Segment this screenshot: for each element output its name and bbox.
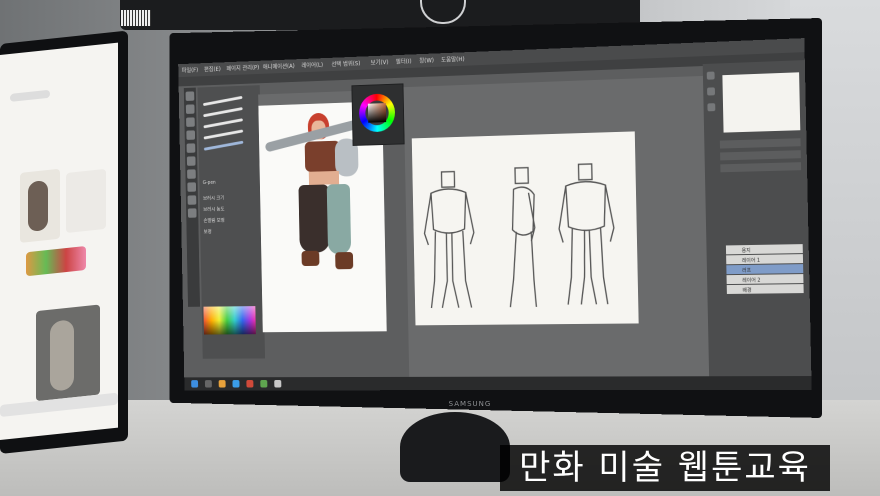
pen-tool-icon[interactable] bbox=[186, 130, 196, 140]
fill-tool-icon[interactable] bbox=[187, 182, 197, 192]
video-caption: 만화 미술 웹툰교육 bbox=[519, 448, 811, 488]
layer-row[interactable] bbox=[726, 284, 804, 294]
text-tool-icon[interactable] bbox=[187, 195, 197, 205]
menu-page[interactable]: 페이지 관리(P) bbox=[226, 63, 259, 73]
drawing-canvas[interactable] bbox=[411, 131, 639, 326]
subview-icon[interactable] bbox=[707, 87, 716, 96]
menu-help[interactable]: 도움말(H) bbox=[441, 54, 465, 64]
figure-sketches bbox=[412, 131, 639, 325]
character-waist bbox=[308, 170, 340, 185]
menu-window[interactable]: 창(W) bbox=[419, 55, 434, 64]
character-left-leg bbox=[298, 184, 330, 253]
select-tool-icon[interactable] bbox=[186, 117, 195, 127]
brush-preset[interactable] bbox=[202, 95, 243, 107]
brush-preset[interactable] bbox=[203, 129, 244, 140]
stabilization-label: 손떨림 보정 bbox=[203, 217, 225, 224]
folder-icon[interactable] bbox=[218, 380, 226, 388]
monitor-stand bbox=[400, 412, 510, 482]
start-icon[interactable] bbox=[191, 380, 199, 388]
character-boot-left bbox=[301, 250, 320, 267]
pencil-tool-icon[interactable] bbox=[186, 143, 196, 153]
app-icon[interactable] bbox=[246, 380, 254, 388]
brush-preset-selected[interactable] bbox=[203, 140, 244, 151]
menu-file[interactable]: 파일(F) bbox=[182, 65, 199, 74]
navigator-thumbnail[interactable] bbox=[722, 72, 801, 133]
character-right-leg bbox=[326, 183, 352, 255]
menu-layer[interactable]: 레이어(L) bbox=[301, 60, 323, 69]
character-boot-right bbox=[335, 251, 354, 270]
app-icon[interactable] bbox=[260, 380, 268, 388]
menu-selection[interactable]: 선택 범위(S) bbox=[331, 58, 360, 68]
brush-preset[interactable] bbox=[203, 107, 243, 118]
color-picker-square[interactable] bbox=[367, 103, 387, 123]
menu-animation[interactable]: 애니메이션(A) bbox=[263, 61, 295, 71]
layer-name: 레이어 1 bbox=[741, 257, 761, 265]
layer-property-icon[interactable] bbox=[707, 103, 716, 112]
move-tool-icon[interactable] bbox=[185, 91, 195, 101]
brush-size-label: 브러시 크기 bbox=[203, 195, 225, 202]
eyedropper-tool-icon[interactable] bbox=[187, 208, 197, 218]
search-icon[interactable] bbox=[204, 380, 212, 388]
correction-label: 보정 bbox=[203, 229, 212, 236]
clip-studio-icon[interactable] bbox=[274, 379, 282, 388]
navigator-icon[interactable] bbox=[706, 71, 715, 80]
browser-icon[interactable] bbox=[232, 380, 240, 388]
layer-row[interactable] bbox=[726, 254, 804, 265]
main-monitor-screen: 파일(F) 편집(E) 페이지 관리(P) 애니메이션(A) 레이어(L) 선택… bbox=[178, 38, 812, 391]
layer-row-selected[interactable] bbox=[726, 264, 804, 275]
sketch-front bbox=[423, 171, 475, 308]
barcode-sticker bbox=[121, 10, 151, 26]
brush-tool-icon[interactable] bbox=[186, 156, 196, 166]
menu-filter[interactable]: 필터(I) bbox=[396, 56, 412, 65]
color-set-shading bbox=[203, 306, 256, 335]
brush-name: G-pen bbox=[202, 179, 216, 186]
eraser-tool-icon[interactable] bbox=[187, 169, 196, 179]
layer-name: 용지 bbox=[741, 247, 751, 255]
zoom-tool-icon[interactable] bbox=[185, 104, 195, 114]
menu-view[interactable]: 보기(V) bbox=[371, 57, 389, 66]
layer-row[interactable] bbox=[725, 244, 803, 255]
brush-density-label: 브러시 농도 bbox=[203, 206, 225, 213]
sketch-side bbox=[508, 167, 537, 307]
layer-name: 러프 bbox=[742, 267, 752, 274]
left-monitor-screen bbox=[0, 42, 118, 440]
sketch-back bbox=[558, 163, 616, 304]
layer-name: 배경 bbox=[742, 287, 752, 294]
brush-preset[interactable] bbox=[203, 118, 244, 129]
monitor-brand-label: SAMSUNG bbox=[448, 400, 492, 408]
layer-row[interactable] bbox=[726, 274, 804, 285]
menu-edit[interactable]: 편집(E) bbox=[204, 64, 221, 73]
layer-name: 레이어 2 bbox=[742, 277, 761, 284]
